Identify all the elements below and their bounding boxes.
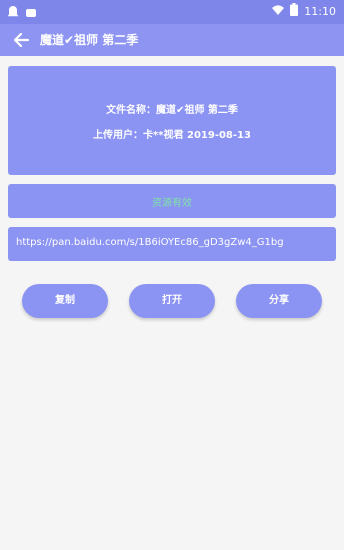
battery-icon (290, 3, 299, 19)
clock: 11:10 (304, 4, 336, 18)
uploader-line: 上传用户：卡**视君 2019-08-13 (93, 130, 251, 141)
resource-status-card: 资源有效 (8, 184, 336, 218)
page-title: 魔道✔祖师 第二季 (40, 33, 139, 47)
file-name-line: 文件名称：魔道✔祖师 第二季 (106, 105, 238, 116)
app-bar: 魔道✔祖师 第二季 (0, 24, 344, 56)
open-button[interactable]: 打开 (129, 284, 215, 318)
arrow-left-icon[interactable] (10, 29, 32, 51)
app-notification-icon (25, 4, 37, 23)
share-link-url[interactable]: https://pan.baidu.com/s/1B6iOYEc86_gD3gZ… (16, 237, 284, 248)
copy-button[interactable]: 复制 (22, 284, 108, 318)
resource-status-text: 资源有效 (152, 198, 192, 209)
status-bar: 11:10 (0, 0, 344, 24)
share-link-card[interactable]: https://pan.baidu.com/s/1B6iOYEc86_gD3gZ… (8, 227, 336, 261)
wifi-icon (272, 4, 285, 19)
share-button[interactable]: 分享 (236, 284, 322, 318)
file-info-card: 文件名称：魔道✔祖师 第二季 上传用户：卡**视君 2019-08-13 (8, 66, 336, 175)
notification-icon (7, 4, 19, 23)
